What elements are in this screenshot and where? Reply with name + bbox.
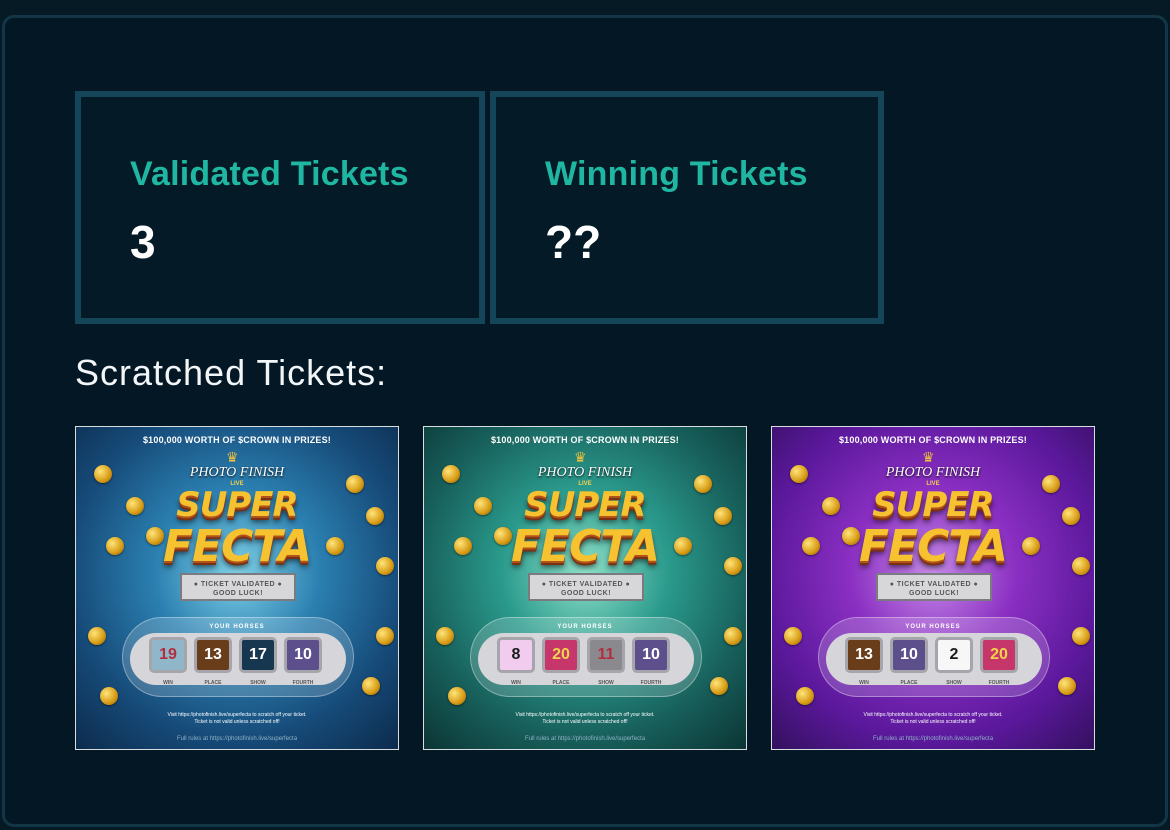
horse-position-label: PLACE <box>552 680 570 686</box>
horse-position-label: FOURTH <box>640 680 662 686</box>
horse-number: 13 <box>194 637 232 673</box>
coin-icon <box>362 677 380 695</box>
coin-icon <box>796 687 814 705</box>
horse-number: 10 <box>632 637 670 673</box>
crown-icon: ♛ <box>226 449 239 465</box>
ticket-card[interactable]: $100,000 WORTH OF $CROWN IN PRIZES! ♛ PHOT… <box>75 426 399 750</box>
footer-line: Ticket is not valid unless scratched off… <box>542 719 628 725</box>
validated-line: ● TICKET VALIDATED ● <box>193 581 283 588</box>
ticket-gallery: $100,000 WORTH OF $CROWN IN PRIZES! ♛ PHOT… <box>75 426 1095 750</box>
ticket-footer-rules: Full rules at https://photofinish.live/s… <box>872 736 994 742</box>
ticket-prize-text: $100,000 WORTH OF $CROWN IN PRIZES! <box>142 435 332 445</box>
good-luck-line: GOOD LUCK! <box>560 590 612 597</box>
ticket-title-fecta: FECTA <box>162 521 312 572</box>
ticket-prize-text: $100,000 WORTH OF $CROWN IN PRIZES! <box>838 435 1028 445</box>
your-horses-label: YOUR HORSES <box>557 624 613 630</box>
horse-position-label: FOURTH <box>292 680 314 686</box>
horse-number: 2 <box>935 637 973 673</box>
winning-tickets-value: ?? <box>545 216 602 268</box>
horse-number: 10 <box>890 637 928 673</box>
validated-line: ● TICKET VALIDATED ● <box>541 581 631 588</box>
coin-icon <box>710 677 728 695</box>
validated-line: ● TICKET VALIDATED ● <box>889 581 979 588</box>
ticket-card[interactable]: $100,000 WORTH OF $CROWN IN PRIZES! ♛ PHOT… <box>771 426 1095 750</box>
coin-icon <box>100 687 118 705</box>
ticket-brand: PHOTO FINISH <box>537 465 633 480</box>
horse-number: 17 <box>239 637 277 673</box>
ticket-footer-instructions: Visit https://photofinish.live/superfect… <box>424 712 746 726</box>
validated-tickets-label: Validated Tickets <box>130 155 409 193</box>
validated-tickets-card: Validated Tickets 3 <box>75 91 485 324</box>
footer-line: Visit https://photofinish.live/superfect… <box>515 712 655 718</box>
validated-tickets-value: 3 <box>130 216 156 268</box>
horse-position-label: PLACE <box>204 680 222 686</box>
ticket-title-super: SUPER <box>872 485 994 525</box>
ticket-footer-rules: Full rules at https://photofinish.live/s… <box>524 736 646 742</box>
ticket-prize-text: $100,000 WORTH OF $CROWN IN PRIZES! <box>490 435 680 445</box>
horse-position-label: WIN <box>163 680 173 686</box>
ticket-title-super: SUPER <box>176 485 298 525</box>
horse-position-label: FOURTH <box>988 680 1010 686</box>
ticket-footer-instructions: Visit https://photofinish.live/superfect… <box>76 712 398 726</box>
horse-number: 19 <box>149 637 187 673</box>
winning-tickets-label: Winning Tickets <box>545 155 808 193</box>
ticket-validated-badge: ● TICKET VALIDATED ● GOOD LUCK! <box>528 573 644 601</box>
horse-position-label: PLACE <box>900 680 918 686</box>
your-horses-label: YOUR HORSES <box>209 624 265 630</box>
ticket-footer-rules: Full rules at https://photofinish.live/s… <box>176 736 298 742</box>
ticket-footer-instructions: Visit https://photofinish.live/superfect… <box>772 712 1094 726</box>
scratched-tickets-heading: Scratched Tickets: <box>75 352 388 393</box>
horse-position-label: SHOW <box>250 680 266 686</box>
footer-line: Visit https://photofinish.live/superfect… <box>167 712 307 718</box>
crown-icon: ♛ <box>574 449 587 465</box>
good-luck-line: GOOD LUCK! <box>908 590 960 597</box>
horse-number: 20 <box>980 637 1018 673</box>
ticket-brand: PHOTO FINISH <box>885 465 981 480</box>
ticket-card[interactable]: $100,000 WORTH OF $CROWN IN PRIZES! ♛ PHOT… <box>423 426 747 750</box>
footer-line: Visit https://photofinish.live/superfect… <box>863 712 1003 718</box>
coin-icon <box>1058 677 1076 695</box>
footer-line: Ticket is not valid unless scratched off… <box>890 719 976 725</box>
horse-number: 8 <box>497 637 535 673</box>
footer-line: Ticket is not valid unless scratched off… <box>194 719 280 725</box>
horse-number: 13 <box>845 637 883 673</box>
ticket-validated-badge: ● TICKET VALIDATED ● GOOD LUCK! <box>876 573 992 601</box>
stats-row: Validated Tickets 3 Winning Tickets ?? <box>75 91 884 324</box>
ticket-validated-badge: ● TICKET VALIDATED ● GOOD LUCK! <box>180 573 296 601</box>
horse-number: 11 <box>587 637 625 673</box>
coin-icon <box>448 687 466 705</box>
horse-number: 10 <box>284 637 322 673</box>
ticket-title-fecta: FECTA <box>858 521 1008 572</box>
horse-position-label: WIN <box>859 680 869 686</box>
horse-position-label: WIN <box>511 680 521 686</box>
horse-position-label: SHOW <box>946 680 962 686</box>
horse-position-label: SHOW <box>598 680 614 686</box>
crown-icon: ♛ <box>922 449 935 465</box>
horse-number: 20 <box>542 637 580 673</box>
ticket-brand: PHOTO FINISH <box>189 465 285 480</box>
your-horses-label: YOUR HORSES <box>905 624 961 630</box>
good-luck-line: GOOD LUCK! <box>212 590 264 597</box>
ticket-title-fecta: FECTA <box>510 521 660 572</box>
winning-tickets-card: Winning Tickets ?? <box>490 91 884 324</box>
ticket-title-super: SUPER <box>524 485 646 525</box>
